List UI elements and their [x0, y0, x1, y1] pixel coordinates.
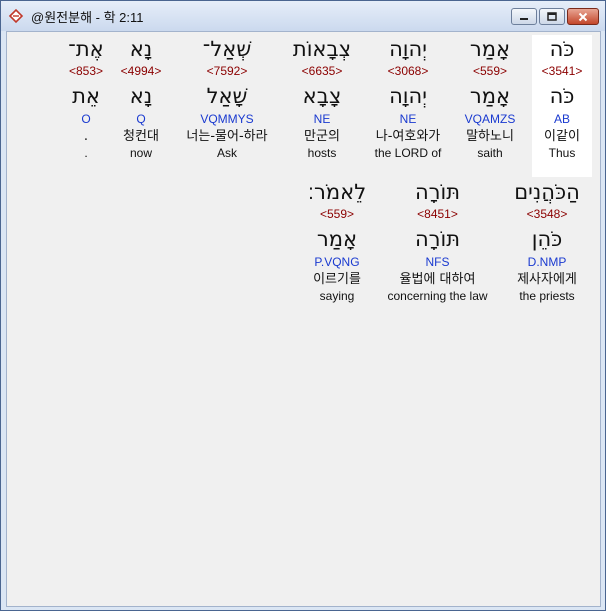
word-cell[interactable]: הַכֹּהֲנִים <3548> כֹּהֵן D.NMP 제사자에게 th…	[497, 178, 597, 320]
strong-number[interactable]: <559>	[292, 206, 382, 222]
lemma-word: נָא	[129, 84, 153, 108]
word-cell[interactable]: כֹּה <3541> כֹּה AB 이같이 Thus	[532, 35, 592, 177]
hebrew-word: תּוֹרָה	[414, 180, 461, 204]
word-cell[interactable]: נָא <4994> נָא Q 청컨대 now	[113, 35, 169, 177]
word-cell[interactable]: שְׁאַל־ <7592> שָׁאַל VQMMYS 너는-물어-하라 As…	[172, 35, 282, 177]
korean-gloss: 너는-물어-하라	[186, 129, 268, 144]
lemma-word: יְהוָה	[389, 84, 427, 108]
morphology-code[interactable]: NE	[274, 111, 370, 127]
english-gloss: now	[129, 146, 152, 160]
morphology-code[interactable]: P.VQNG	[292, 254, 382, 270]
strong-number[interactable]: <3548>	[497, 206, 597, 222]
maximize-button[interactable]	[539, 8, 565, 25]
maximize-icon	[547, 12, 557, 21]
lemma-word: כֹּהֵן	[531, 227, 563, 251]
strong-number[interactable]: <559>	[442, 63, 538, 79]
strong-number[interactable]: <7592>	[172, 63, 282, 79]
english-gloss: the priests	[519, 289, 575, 303]
english-gloss: saith	[477, 146, 503, 160]
word-cell[interactable]: אֶת־ <853> אֵת O . .	[59, 35, 113, 177]
lemma-word: אֵת	[72, 84, 100, 108]
english-gloss: Thus	[548, 146, 576, 160]
title-bar[interactable]: @원전분해 - 학 2:11	[1, 1, 605, 31]
korean-gloss: 이르기를	[313, 272, 361, 287]
morphology-code[interactable]: NE	[360, 111, 456, 127]
korean-gloss: .	[83, 129, 89, 144]
hebrew-word: צְבָאוֹת	[292, 37, 352, 61]
morphology-code[interactable]: VQAMZS	[442, 111, 538, 127]
lemma-word: אָמַר	[316, 227, 358, 251]
hebrew-word: הַכֹּהֲנִים	[514, 180, 580, 204]
strong-number[interactable]: <853>	[59, 63, 113, 79]
app-icon[interactable]	[5, 5, 27, 27]
hebrew-word: אָמַר	[469, 37, 511, 61]
hebrew-word: אֶת־	[68, 37, 104, 61]
korean-gloss: 율법에 대하여	[399, 272, 476, 287]
english-gloss: hosts	[307, 146, 337, 160]
english-gloss: Ask	[216, 146, 237, 160]
morphology-code[interactable]: Q	[113, 111, 169, 127]
minimize-button[interactable]	[511, 8, 537, 25]
morphology-code[interactable]: VQMMYS	[172, 111, 282, 127]
hebrew-word: כֹּה	[549, 37, 575, 61]
hebrew-word: לֵאמֹר׃	[307, 180, 367, 204]
english-gloss: saying	[319, 289, 355, 303]
english-gloss: .	[84, 146, 88, 160]
korean-gloss: 이같이	[544, 129, 580, 144]
word-cell[interactable]: יְהוָה <3068> יְהוָה NE 나-여호와가 the LORD …	[360, 35, 456, 177]
morphology-code[interactable]: NFS	[380, 254, 495, 270]
window-title: @원전분해 - 학 2:11	[31, 9, 144, 25]
morphology-code[interactable]: O	[59, 111, 113, 127]
word-cell[interactable]: צְבָאוֹת <6635> צָבָא NE 만군의 hosts	[274, 35, 370, 177]
close-button[interactable]	[567, 8, 599, 25]
strong-number[interactable]: <3068>	[360, 63, 456, 79]
morphology-code[interactable]: D.NMP	[497, 254, 597, 270]
strong-number[interactable]: <6635>	[274, 63, 370, 79]
app-window: @원전분해 - 학 2:11 כֹּה <3541> כֹּה AB 이같이 T…	[0, 0, 606, 611]
word-cell[interactable]: אָמַר <559> אָמַר VQAMZS 말하노니 saith	[442, 35, 538, 177]
english-gloss: concerning the law	[387, 289, 488, 303]
korean-gloss: 말하노니	[466, 129, 514, 144]
hebrew-word: שְׁאַל־	[202, 37, 252, 61]
english-gloss: the LORD of	[374, 146, 442, 160]
minimize-icon	[520, 17, 528, 20]
word-cell[interactable]: תּוֹרָה <8451> תּוֹרָה NFS 율법에 대하여 conce…	[380, 178, 495, 320]
lemma-word: תּוֹרָה	[414, 227, 461, 251]
strong-number[interactable]: <4994>	[113, 63, 169, 79]
korean-gloss: 청컨대	[123, 129, 159, 144]
lemma-word: כֹּה	[549, 84, 575, 108]
interlinear-panel: כֹּה <3541> כֹּה AB 이같이 Thus אָמַר <559>…	[6, 31, 601, 607]
korean-gloss: 만군의	[304, 129, 340, 144]
close-icon	[578, 12, 588, 21]
morphology-code[interactable]: AB	[532, 111, 592, 127]
strong-number[interactable]: <8451>	[380, 206, 495, 222]
word-cell[interactable]: לֵאמֹר׃ <559> אָמַר P.VQNG 이르기를 saying	[292, 178, 382, 320]
korean-gloss: 나-여호와가	[375, 129, 441, 144]
lemma-word: שָׁאַל	[206, 84, 248, 108]
lemma-word: צָבָא	[302, 84, 342, 108]
korean-gloss: 제사자에게	[517, 272, 577, 287]
hebrew-word: יְהוָה	[389, 37, 427, 61]
lemma-word: אָמַר	[469, 84, 511, 108]
strong-number[interactable]: <3541>	[532, 63, 592, 79]
hebrew-word: נָא	[129, 37, 153, 61]
